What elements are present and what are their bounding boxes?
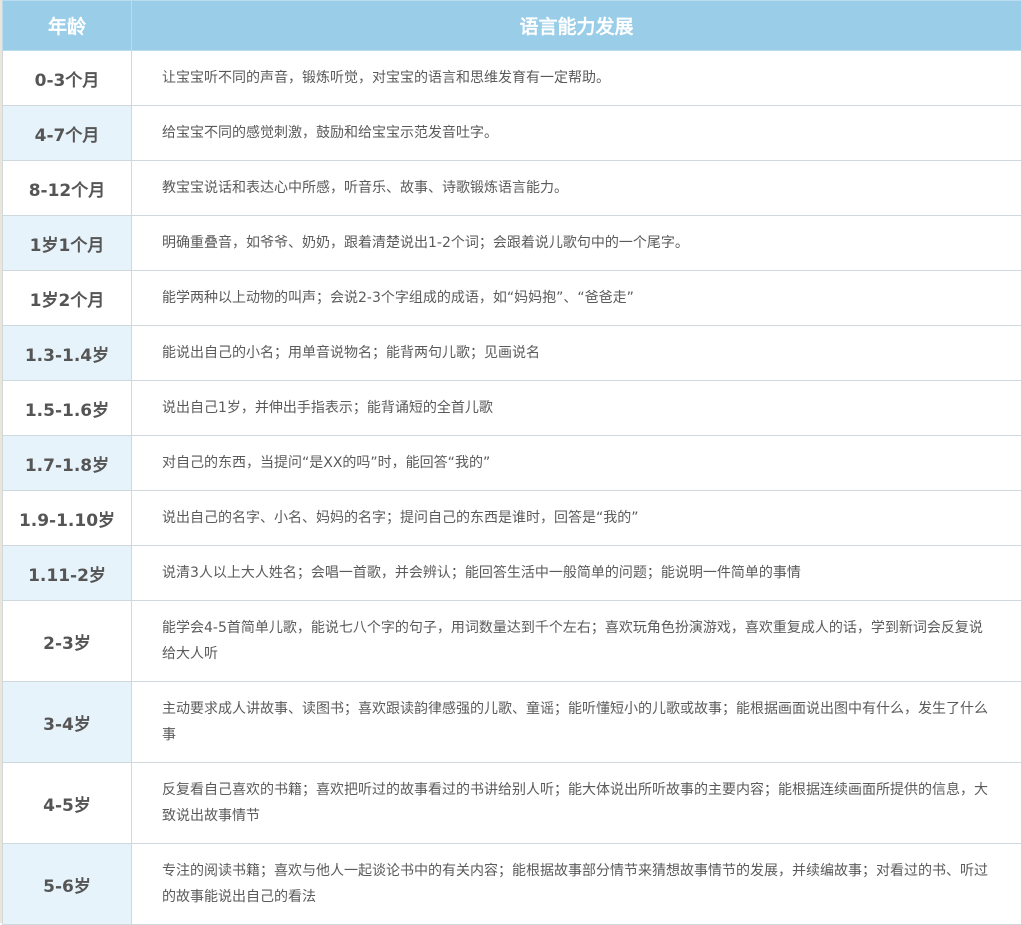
table-row: 3-4岁 主动要求成人讲故事、读图书；喜欢跟读韵律感强的儿歌、童谣；能听懂短小的… — [3, 682, 1021, 763]
age-cell: 1岁2个月 — [3, 271, 132, 326]
description-cell: 能学两种以上动物的叫声；会说2-3个字组成的成语，如“妈妈抱”、“爸爸走” — [132, 271, 1021, 326]
table-row: 4-7个月 给宝宝不同的感觉刺激，鼓励和给宝宝示范发音吐字。 — [3, 106, 1021, 161]
description-cell: 说出自己的名字、小名、妈妈的名字；提问自己的东西是谁时，回答是“我的” — [132, 491, 1021, 546]
table-row: 1岁1个月 明确重叠音，如爷爷、奶奶，跟着清楚说出1-2个词；会跟着说儿歌句中的… — [3, 216, 1021, 271]
age-cell: 4-5岁 — [3, 763, 132, 844]
description-cell: 主动要求成人讲故事、读图书；喜欢跟读韵律感强的儿歌、童谣；能听懂短小的儿歌或故事… — [132, 682, 1021, 763]
age-cell: 5-6岁 — [3, 844, 132, 925]
table-row: 1岁2个月 能学两种以上动物的叫声；会说2-3个字组成的成语，如“妈妈抱”、“爸… — [3, 271, 1021, 326]
description-cell: 给宝宝不同的感觉刺激，鼓励和给宝宝示范发音吐字。 — [132, 106, 1021, 161]
table-row: 1.7-1.8岁 对自己的东西，当提问“是XX的吗”时，能回答“我的” — [3, 436, 1021, 491]
description-cell: 让宝宝听不同的声音，锻炼听觉，对宝宝的语言和思维发育有一定帮助。 — [132, 51, 1021, 106]
age-cell: 8-12个月 — [3, 161, 132, 216]
description-cell: 能学会4-5首简单儿歌，能说七八个字的句子，用词数量达到千个左右；喜欢玩角色扮演… — [132, 601, 1021, 682]
description-cell: 能说出自己的小名；用单音说物名；能背两句儿歌；见画说名 — [132, 326, 1021, 381]
table-row: 1.3-1.4岁 能说出自己的小名；用单音说物名；能背两句儿歌；见画说名 — [3, 326, 1021, 381]
header-language-ability: 语言能力发展 — [132, 1, 1021, 51]
age-cell: 0-3个月 — [3, 51, 132, 106]
description-cell: 教宝宝说话和表达心中所感，听音乐、故事、诗歌锻炼语言能力。 — [132, 161, 1021, 216]
table-row: 4-5岁 反复看自己喜欢的书籍；喜欢把听过的故事看过的书讲给别人听；能大体说出所… — [3, 763, 1021, 844]
age-cell: 1.3-1.4岁 — [3, 326, 132, 381]
description-cell: 明确重叠音，如爷爷、奶奶，跟着清楚说出1-2个词；会跟着说儿歌句中的一个尾字。 — [132, 216, 1021, 271]
age-cell: 1.9-1.10岁 — [3, 491, 132, 546]
description-cell: 说出自己1岁，并伸出手指表示；能背诵短的全首儿歌 — [132, 381, 1021, 436]
description-cell: 专注的阅读书籍；喜欢与他人一起谈论书中的有关内容；能根据故事部分情节来猜想故事情… — [132, 844, 1021, 925]
age-cell: 4-7个月 — [3, 106, 132, 161]
age-cell: 1岁1个月 — [3, 216, 132, 271]
age-cell: 1.5-1.6岁 — [3, 381, 132, 436]
description-cell: 说清3人以上大人姓名；会唱一首歌，并会辨认；能回答生活中一般简单的问题；能说明一… — [132, 546, 1021, 601]
age-cell: 1.11-2岁 — [3, 546, 132, 601]
age-cell: 1.7-1.8岁 — [3, 436, 132, 491]
table-row: 0-3个月 让宝宝听不同的声音，锻炼听觉，对宝宝的语言和思维发育有一定帮助。 — [3, 51, 1021, 106]
age-cell: 2-3岁 — [3, 601, 132, 682]
description-cell: 反复看自己喜欢的书籍；喜欢把听过的故事看过的书讲给别人听；能大体说出所听故事的主… — [132, 763, 1021, 844]
table-row: 5-6岁 专注的阅读书籍；喜欢与他人一起谈论书中的有关内容；能根据故事部分情节来… — [3, 844, 1021, 925]
description-cell: 对自己的东西，当提问“是XX的吗”时，能回答“我的” — [132, 436, 1021, 491]
table-header-row: 年龄 语言能力发展 — [3, 1, 1021, 51]
table-row: 2-3岁 能学会4-5首简单儿歌，能说七八个字的句子，用词数量达到千个左右；喜欢… — [3, 601, 1021, 682]
language-development-table: 年龄 语言能力发展 0-3个月 让宝宝听不同的声音，锻炼听觉，对宝宝的语言和思维… — [2, 0, 1021, 925]
table-row: 1.5-1.6岁 说出自己1岁，并伸出手指表示；能背诵短的全首儿歌 — [3, 381, 1021, 436]
table-row: 8-12个月 教宝宝说话和表达心中所感，听音乐、故事、诗歌锻炼语言能力。 — [3, 161, 1021, 216]
header-age: 年龄 — [3, 1, 132, 51]
table-row: 1.11-2岁 说清3人以上大人姓名；会唱一首歌，并会辨认；能回答生活中一般简单… — [3, 546, 1021, 601]
table-row: 1.9-1.10岁 说出自己的名字、小名、妈妈的名字；提问自己的东西是谁时，回答… — [3, 491, 1021, 546]
age-cell: 3-4岁 — [3, 682, 132, 763]
